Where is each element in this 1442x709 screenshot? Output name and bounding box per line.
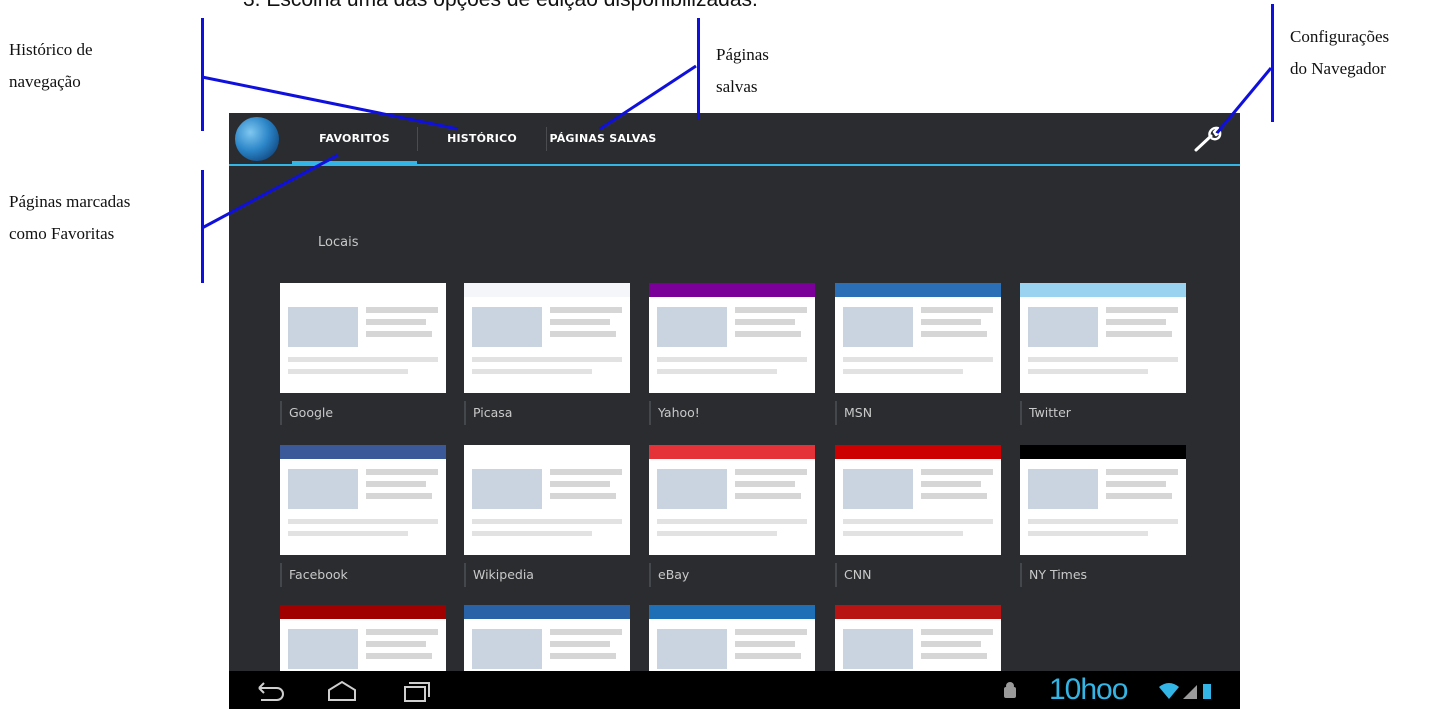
- callout-history-line2: navegação: [9, 72, 81, 91]
- recent-apps-icon[interactable]: [399, 679, 433, 703]
- bookmark-thumbnail[interactable]: [835, 445, 1001, 555]
- callout-bookmarks-line1: Páginas marcadas: [9, 192, 131, 211]
- bookmark-thumbnail[interactable]: [464, 445, 630, 555]
- brand-watermark: 10hoo: [1049, 673, 1128, 706]
- bookmark-label: NY Times: [1020, 563, 1186, 587]
- bookmark-label: CNN: [835, 563, 1001, 587]
- section-label-locais: Locais: [318, 235, 359, 250]
- wrench-icon[interactable]: [1193, 125, 1225, 153]
- wifi-icon: [1159, 683, 1179, 699]
- bookmark-label: Picasa: [464, 401, 630, 425]
- bookmark-label: Yahoo!: [649, 401, 815, 425]
- browser-globe-icon[interactable]: [235, 117, 279, 161]
- callout-saved-line1: Páginas: [716, 45, 769, 64]
- home-icon[interactable]: [325, 679, 359, 703]
- callout-settings-line1: Configurações: [1290, 27, 1390, 46]
- annotation-bar-saved: [697, 18, 700, 120]
- callout-history-line1: Histórico de: [9, 40, 93, 59]
- bookmark-label: Google: [280, 401, 446, 425]
- battery-icon: [1203, 684, 1211, 699]
- bookmark-label: eBay: [649, 563, 815, 587]
- callout-history: Histórico de navegação: [9, 34, 93, 98]
- callout-settings-line2: do Navegador: [1290, 59, 1386, 78]
- android-debug-icon: [1004, 682, 1016, 698]
- callout-bookmarks-line2: como Favoritas: [9, 224, 115, 243]
- callout-bookmarks: Páginas marcadas como Favoritas: [9, 186, 130, 250]
- back-icon[interactable]: [253, 679, 287, 703]
- bookmark-thumbnail[interactable]: [280, 283, 446, 393]
- bookmark-thumbnail[interactable]: [464, 283, 630, 393]
- bookmark-thumbnail[interactable]: [835, 283, 1001, 393]
- tab-paginas-salvas[interactable]: PÁGINAS SALVAS: [547, 113, 659, 164]
- callout-saved-pages: Páginas salvas: [716, 39, 769, 103]
- bookmark-thumbnail[interactable]: [649, 283, 815, 393]
- bookmark-thumbnail[interactable]: [649, 445, 815, 555]
- bookmark-label: Facebook: [280, 563, 446, 587]
- annotation-bar-history: [201, 18, 204, 131]
- status-icons: [1159, 683, 1211, 699]
- annotation-bar-bookmarks: [201, 170, 204, 283]
- tab-historico[interactable]: HISTÓRICO: [418, 113, 546, 164]
- bookmark-label: Twitter: [1020, 401, 1186, 425]
- system-nav-bar: 10hoo: [229, 671, 1240, 709]
- action-bar: FAVORITOS HISTÓRICO PÁGINAS SALVAS: [229, 113, 1240, 166]
- signal-icon: [1183, 685, 1197, 699]
- callout-settings: Configurações do Navegador: [1290, 21, 1389, 85]
- annotation-bar-settings: [1271, 4, 1274, 122]
- bookmark-thumbnail[interactable]: [280, 445, 446, 555]
- bookmark-label: MSN: [835, 401, 1001, 425]
- instruction-line: 3. Escolha uma das opções de edição disp…: [243, 0, 758, 12]
- callout-saved-line2: salvas: [716, 77, 758, 96]
- bookmark-thumbnail[interactable]: [1020, 445, 1186, 555]
- tab-favoritos[interactable]: FAVORITOS: [292, 113, 417, 166]
- bookmark-thumbnail[interactable]: [1020, 283, 1186, 393]
- browser-screen: FAVORITOS HISTÓRICO PÁGINAS SALVAS Locai…: [229, 113, 1240, 709]
- bookmark-label: Wikipedia: [464, 563, 630, 587]
